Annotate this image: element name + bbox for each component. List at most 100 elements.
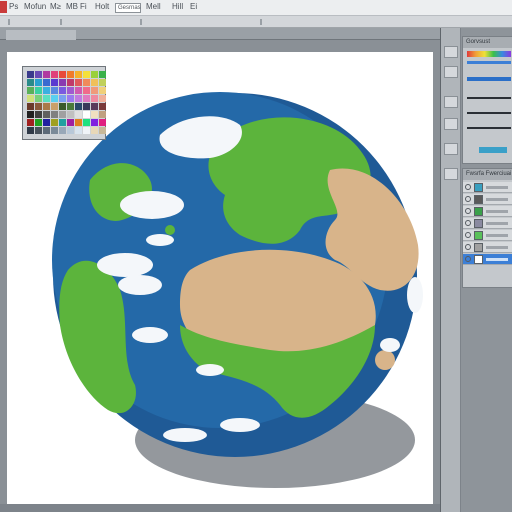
color-swatch[interactable] (99, 71, 106, 78)
color-swatch[interactable] (43, 95, 50, 102)
color-spectrum-bar[interactable] (467, 51, 511, 57)
menu-item-10[interactable]: Ei (190, 2, 197, 11)
eye-icon[interactable] (465, 220, 471, 226)
layer-row[interactable] (463, 218, 512, 229)
color-swatch[interactable] (51, 119, 58, 126)
color-swatch[interactable] (83, 95, 90, 102)
color-swatch[interactable] (59, 111, 66, 118)
layer-row[interactable] (463, 254, 512, 265)
eye-icon[interactable] (465, 256, 471, 262)
color-swatch[interactable] (59, 79, 66, 86)
color-swatch[interactable] (99, 95, 106, 102)
color-slider[interactable] (467, 61, 511, 64)
layer-row[interactable] (463, 206, 512, 217)
color-swatch[interactable] (75, 95, 82, 102)
color-swatch[interactable] (75, 103, 82, 110)
color-swatch[interactable] (35, 103, 42, 110)
color-swatch[interactable] (75, 111, 82, 118)
color-swatch[interactable] (51, 87, 58, 94)
color-swatch[interactable] (43, 79, 50, 86)
color-swatch[interactable] (75, 71, 82, 78)
color-swatch[interactable] (75, 119, 82, 126)
color-swatch[interactable] (27, 87, 34, 94)
color-swatch[interactable] (27, 95, 34, 102)
color-swatch[interactable] (91, 79, 98, 86)
color-swatch[interactable] (27, 79, 34, 86)
color-swatch[interactable] (35, 127, 42, 134)
eye-icon[interactable] (465, 196, 471, 202)
menu-search-field[interactable]: Gesrnas (115, 3, 141, 13)
color-swatch[interactable] (51, 71, 58, 78)
layer-row[interactable] (463, 230, 512, 241)
document-tab[interactable] (6, 30, 76, 40)
color-swatch[interactable] (43, 71, 50, 78)
eye-icon[interactable] (465, 244, 471, 250)
color-swatch[interactable] (51, 103, 58, 110)
color-swatch[interactable] (51, 79, 58, 86)
color-swatch[interactable] (67, 111, 74, 118)
color-swatch[interactable] (75, 87, 82, 94)
color-swatch[interactable] (67, 71, 74, 78)
color-swatch[interactable] (35, 87, 42, 94)
color-swatch[interactable] (27, 119, 34, 126)
color-swatch[interactable] (27, 71, 34, 78)
color-swatch[interactable] (51, 111, 58, 118)
color-swatch[interactable] (67, 95, 74, 102)
menu-item-2[interactable]: Mofun (24, 2, 46, 11)
color-swatch[interactable] (67, 119, 74, 126)
color-swatch[interactable] (83, 71, 90, 78)
color-swatch[interactable] (99, 87, 106, 94)
color-swatch[interactable] (91, 127, 98, 134)
menu-item-6[interactable]: Holt (95, 2, 109, 11)
color-swatch[interactable] (99, 111, 106, 118)
color-swatch[interactable] (75, 79, 82, 86)
color-swatch[interactable] (59, 103, 66, 110)
color-swatch[interactable] (83, 87, 90, 94)
tool-button[interactable] (444, 46, 458, 58)
menu-item-4[interactable]: MB (66, 2, 78, 11)
color-swatch[interactable] (27, 103, 34, 110)
color-swatch[interactable] (59, 87, 66, 94)
color-swatch[interactable] (99, 79, 106, 86)
color-swatch[interactable] (83, 127, 90, 134)
color-swatch[interactable] (91, 95, 98, 102)
menu-item-5[interactable]: Fi (80, 2, 87, 11)
color-swatch[interactable] (27, 127, 34, 134)
color-swatch[interactable] (83, 119, 90, 126)
tool-button[interactable] (444, 143, 458, 155)
color-swatch[interactable] (43, 103, 50, 110)
color-swatch[interactable] (35, 79, 42, 86)
tool-button[interactable] (444, 168, 458, 180)
color-swatch[interactable] (35, 95, 42, 102)
color-swatch[interactable] (67, 127, 74, 134)
eye-icon[interactable] (465, 184, 471, 190)
color-swatch[interactable] (83, 79, 90, 86)
color-swatch[interactable] (59, 119, 66, 126)
layer-row[interactable] (463, 242, 512, 253)
accent-color-chip[interactable] (479, 147, 507, 153)
color-swatch[interactable] (99, 127, 106, 134)
color-swatch[interactable] (59, 127, 66, 134)
menu-item-8[interactable]: Mell (146, 2, 161, 11)
panel-tab-layers[interactable]: Fwsrfa Fwerciuai (463, 169, 512, 180)
menu-item-1[interactable]: Ps (9, 2, 18, 11)
color-swatch[interactable] (59, 95, 66, 102)
app-logo-icon[interactable] (0, 1, 7, 13)
color-swatch[interactable] (43, 87, 50, 94)
menu-item-9[interactable]: Hill (172, 2, 183, 11)
color-swatch[interactable] (91, 103, 98, 110)
color-swatch[interactable] (43, 119, 50, 126)
color-swatch[interactable] (27, 111, 34, 118)
color-swatch[interactable] (99, 119, 106, 126)
layer-row[interactable] (463, 182, 512, 193)
color-swatch[interactable] (67, 87, 74, 94)
tool-button[interactable] (444, 118, 458, 130)
color-swatch[interactable] (67, 79, 74, 86)
color-swatch[interactable] (83, 103, 90, 110)
tool-button[interactable] (444, 66, 458, 78)
color-swatch[interactable] (75, 127, 82, 134)
color-swatch[interactable] (99, 103, 106, 110)
color-swatch[interactable] (43, 111, 50, 118)
eye-icon[interactable] (465, 232, 471, 238)
color-swatch[interactable] (91, 71, 98, 78)
